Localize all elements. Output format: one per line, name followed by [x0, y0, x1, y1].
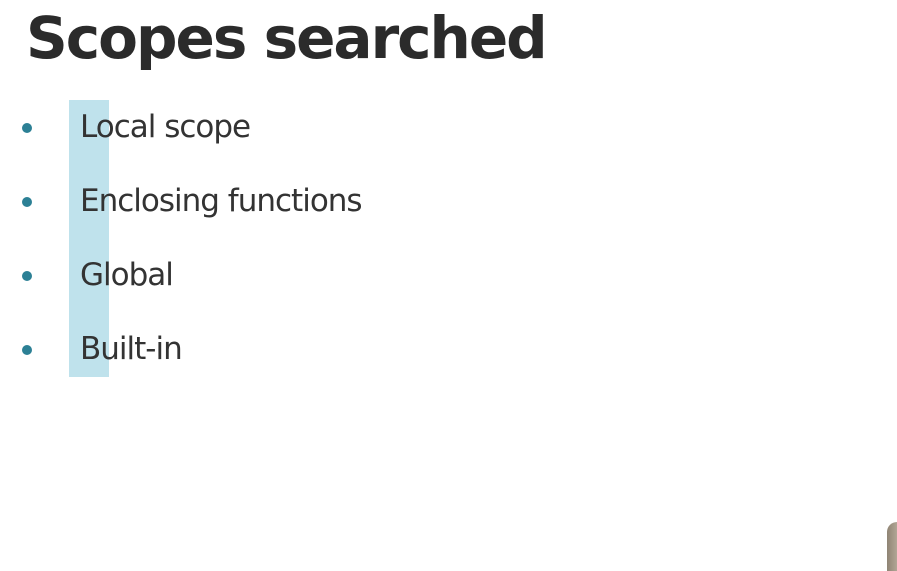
bullet-label: Local scope	[80, 109, 251, 145]
bullet-label: Global	[80, 257, 174, 293]
slide-title: Scopes searched	[26, 4, 548, 72]
bullet-label: Enclosing functions	[80, 183, 363, 219]
bullet-label: Built-in	[80, 331, 183, 367]
bullet-dot-icon	[22, 197, 32, 207]
bullet-dot-icon	[22, 123, 32, 133]
bullet-dot-icon	[22, 345, 32, 355]
slide: Scopes searched Local scope Enclosing fu…	[0, 0, 897, 571]
bullet-item-enclosing-functions: Enclosing functions	[0, 181, 600, 221]
bullet-item-global: Global	[0, 255, 600, 295]
bullet-item-local-scope: Local scope	[0, 107, 600, 147]
bullet-dot-icon	[22, 271, 32, 281]
presenter-video-edge	[887, 522, 897, 571]
bullet-item-built-in: Built-in	[0, 329, 600, 369]
